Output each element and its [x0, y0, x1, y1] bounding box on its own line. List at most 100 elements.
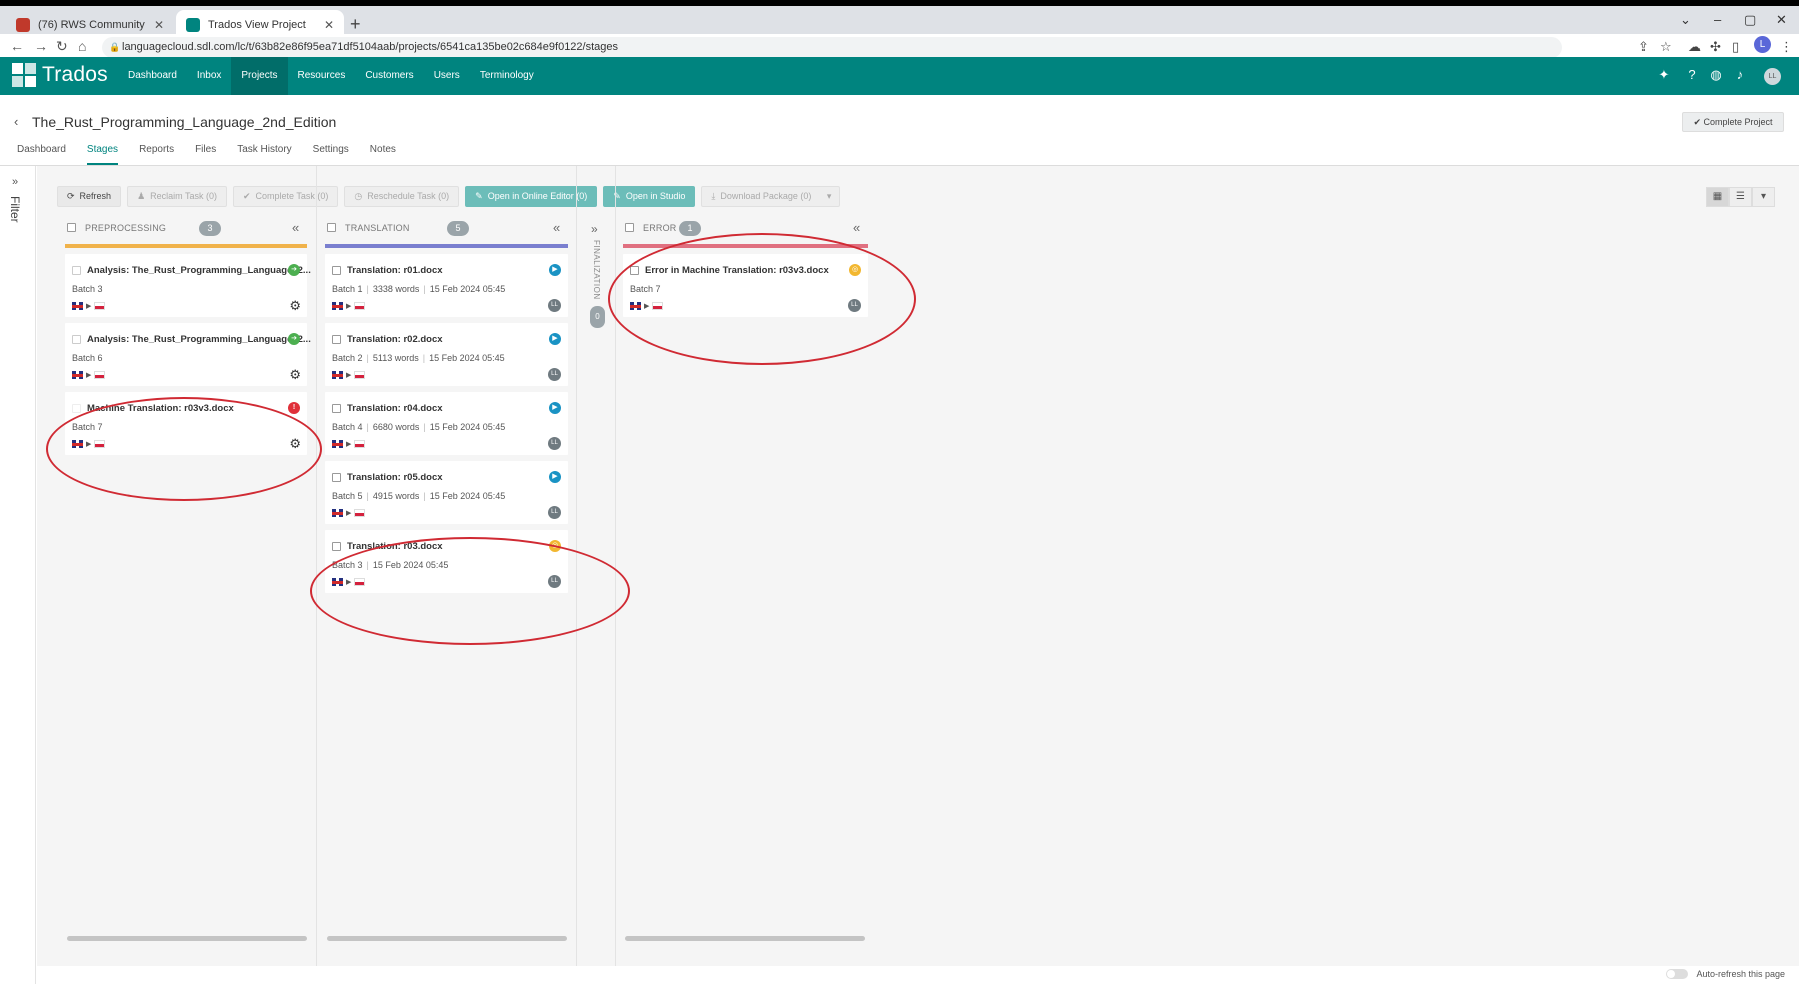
minimize-icon[interactable]: – [1714, 12, 1721, 27]
tab-search-chevron-icon[interactable]: ⌄ [1680, 12, 1691, 28]
column-header: TRANSLATION 5 « [325, 220, 568, 240]
close-icon[interactable]: ✕ [324, 18, 334, 32]
browser-menu-icon[interactable]: ⋮ [1780, 39, 1793, 55]
url-text: languagecloud.sdl.com/lc/t/63b82e86f95ea… [122, 41, 619, 53]
close-icon[interactable]: ✕ [154, 18, 164, 32]
nav-projects[interactable]: Projects [231, 57, 288, 95]
task-batch: Batch 5 [332, 491, 363, 501]
error-icon: ! [288, 402, 300, 414]
uk-flag-icon [332, 578, 343, 586]
list-view-icon[interactable]: ☰ [1729, 187, 1752, 207]
window-close-icon[interactable]: ✕ [1776, 12, 1787, 28]
view-options-caret-icon[interactable]: ▾ [1752, 187, 1775, 207]
task-card[interactable]: Translation: r01.docx ▶ Batch 1 | 3338 wor… [325, 254, 568, 317]
download-package-button[interactable]: ⤓ Download Package (0) ▾ [701, 186, 841, 207]
download-package-label: Download Package (0) [720, 191, 812, 201]
task-checkbox[interactable] [332, 542, 341, 551]
tab-task-history[interactable]: Task History [237, 144, 291, 165]
help-icon[interactable]: ? [1684, 67, 1700, 83]
task-card[interactable]: Analysis: The_Rust_Programming_Language_… [65, 323, 311, 386]
task-checkbox[interactable] [72, 266, 81, 275]
tab-stages[interactable]: Stages [86, 144, 119, 165]
nav-customers[interactable]: Customers [355, 57, 423, 95]
task-checkbox[interactable] [332, 266, 341, 275]
tab-dashboard[interactable]: Dashboard [17, 144, 66, 165]
task-checkbox[interactable] [630, 266, 639, 275]
task-checkbox[interactable] [72, 335, 81, 344]
task-title: Machine Translation: r03v3.docx [87, 403, 234, 414]
user-avatar[interactable]: LL [1764, 68, 1781, 85]
task-card[interactable]: Translation: r03.docx ◎ Batch 3 | 15 Feb 2… [325, 530, 568, 593]
select-all-checkbox[interactable] [67, 223, 76, 232]
column-divider [615, 166, 616, 966]
expand-chevron-icon: » [12, 176, 19, 188]
column-scrollbar[interactable] [625, 936, 865, 941]
puzzle-icon[interactable]: ✦ [1656, 67, 1672, 83]
task-words: 3338 words [372, 284, 420, 294]
task-checkbox[interactable] [332, 404, 341, 413]
maximize-icon[interactable]: ▢ [1744, 12, 1756, 28]
open-online-editor-button[interactable]: ✎ Open in Online Editor (0) [465, 186, 598, 207]
reschedule-task-button[interactable]: ◷ Reschedule Task (0) [344, 186, 460, 207]
complete-task-button[interactable]: ✔ Complete Task (0) [233, 186, 339, 207]
back-chevron-icon[interactable]: ‹ [14, 114, 18, 129]
collapse-column-icon[interactable]: « [853, 220, 860, 235]
filter-panel-toggle[interactable]: » Filter [0, 166, 36, 984]
nav-terminology[interactable]: Terminology [470, 57, 544, 95]
task-checkbox[interactable] [332, 335, 341, 344]
nav-dashboard[interactable]: Dashboard [118, 57, 187, 95]
open-in-studio-button[interactable]: ✎ Open in Studio [603, 186, 696, 207]
poland-flag-icon [354, 371, 366, 379]
column-scrollbar[interactable] [327, 936, 567, 941]
new-tab-plus-icon[interactable]: + [350, 14, 361, 35]
complete-project-button[interactable]: ✔ Complete Project [1682, 112, 1784, 132]
reload-icon[interactable]: ↻ [56, 38, 68, 55]
task-card[interactable]: Translation: r05.docx ▶ Batch 5 | 4915 wor… [325, 461, 568, 524]
dropdown-caret-icon[interactable]: ▾ [827, 187, 832, 206]
forward-arrow-icon[interactable]: → [34, 38, 48, 54]
board-view-icon[interactable]: ▦ [1706, 187, 1729, 207]
task-checkbox[interactable] [72, 404, 81, 413]
task-card[interactable]: Machine Translation: r03v3.docx ! Batch … [65, 392, 307, 455]
task-checkbox[interactable] [332, 473, 341, 482]
column-scrollbar[interactable] [67, 936, 307, 941]
nav-inbox[interactable]: Inbox [187, 57, 231, 95]
task-card[interactable]: Translation: r04.docx ▶ Batch 4 | 6680 wor… [325, 392, 568, 455]
expand-column-icon[interactable]: » [591, 222, 598, 236]
user-icon: ♟ [137, 191, 146, 201]
tab-notes[interactable]: Notes [370, 144, 396, 165]
select-all-checkbox[interactable] [625, 223, 634, 232]
tab-reports[interactable]: Reports [139, 144, 174, 165]
refresh-button[interactable]: ⟳ Refresh [57, 186, 122, 207]
refresh-label: Refresh [79, 191, 112, 201]
home-icon[interactable]: ⌂ [78, 38, 86, 54]
check-icon: ✔ [1693, 117, 1701, 127]
bell-icon[interactable]: ♪ [1732, 67, 1748, 83]
back-arrow-icon[interactable]: ← [10, 38, 24, 54]
side-panel-icon[interactable]: ▯ [1732, 39, 1739, 55]
complete-task-label: Complete Task (0) [255, 191, 329, 201]
task-card[interactable]: Translation: r02.docx ▶ Batch 2 | 5113 wor… [325, 323, 568, 386]
task-card[interactable]: Error in Machine Translation: r03v3.docx… [623, 254, 868, 317]
share-icon[interactable]: ⇪ [1638, 39, 1649, 55]
select-all-checkbox[interactable] [327, 223, 336, 232]
uk-flag-icon [630, 302, 641, 310]
browser-profile-avatar[interactable]: L [1754, 36, 1771, 53]
task-card[interactable]: Analysis: The_Rust_Programming_Language_… [65, 254, 311, 317]
tab-settings[interactable]: Settings [313, 144, 349, 165]
auto-refresh-toggle[interactable] [1666, 969, 1689, 979]
open-online-editor-label: Open in Online Editor (0) [487, 191, 588, 201]
tab-files[interactable]: Files [195, 144, 216, 165]
extension-cloud-icon[interactable]: ☁ [1688, 39, 1701, 55]
url-field[interactable]: 🔒 languagecloud.sdl.com/lc/t/63b82e86f95… [102, 37, 1562, 58]
bookmark-star-icon[interactable]: ☆ [1660, 39, 1672, 55]
nav-resources[interactable]: Resources [288, 57, 356, 95]
reclaim-task-button[interactable]: ♟ Reclaim Task (0) [127, 186, 227, 207]
nav-users[interactable]: Users [424, 57, 470, 95]
puzzle-extensions-icon[interactable]: ✣ [1710, 39, 1721, 55]
collapse-column-icon[interactable]: « [292, 220, 299, 235]
footer-bar: Auto-refresh this page [37, 966, 1799, 984]
trados-logo[interactable]: Trados [12, 63, 108, 87]
collapse-column-icon[interactable]: « [553, 220, 560, 235]
globe-icon[interactable]: ◍ [1708, 67, 1724, 83]
